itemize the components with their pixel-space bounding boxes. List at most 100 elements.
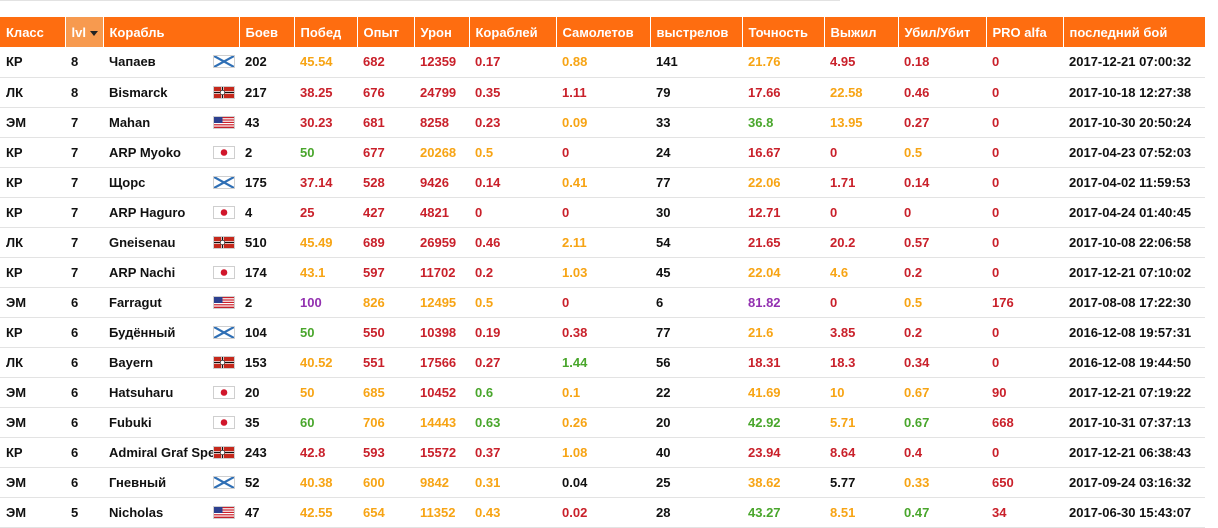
class-cell: ЭМ bbox=[0, 407, 65, 438]
kill-death-cell: 0.47 bbox=[898, 497, 986, 528]
survived-cell: 8.64 bbox=[824, 437, 898, 468]
planes-killed-cell: 0.1 bbox=[556, 377, 650, 408]
ship-name[interactable]: Будённый bbox=[109, 325, 175, 340]
accuracy-cell: 17.66 bbox=[742, 77, 824, 108]
table-row[interactable]: КР 8 Чапаев 202 45.54 682 12359 0.17 0.88 141 21.7… bbox=[0, 47, 1205, 78]
ship-stats-table: Класс lvl Корабль Боев Побед Опыт Урон Кораблей… bbox=[0, 17, 1206, 528]
last-battle-cell: 2017-06-30 15:43:07 bbox=[1063, 497, 1205, 528]
ship-name[interactable]: Bismarck bbox=[109, 85, 168, 100]
ships-killed-cell: 0.63 bbox=[469, 407, 556, 438]
header-damage[interactable]: Урон bbox=[414, 17, 470, 47]
survived-cell: 18.3 bbox=[824, 347, 898, 378]
battles-cell: 4 bbox=[239, 197, 294, 228]
ship-name[interactable]: ARP Haguro bbox=[109, 205, 185, 220]
wins-cell: 45.49 bbox=[294, 227, 357, 258]
header-ship[interactable]: Корабль bbox=[103, 17, 240, 47]
table-row[interactable]: КР 7 ARP Haguro 4 25 427 4821 0 0 30 12.71 0 0 0 2017-… bbox=[0, 197, 1205, 228]
ussr-flag-icon bbox=[213, 475, 235, 489]
damage-cell: 26959 bbox=[414, 227, 469, 258]
ship-name[interactable]: Admiral Graf Spee bbox=[109, 445, 213, 460]
ship-name[interactable]: Чапаев bbox=[109, 54, 156, 69]
header-pro-alfa[interactable]: PRO alfa bbox=[986, 17, 1064, 47]
wins-cell: 37.14 bbox=[294, 167, 357, 198]
table-row[interactable]: ЭМ 6 Гневный 52 40.38 600 9842 0.31 0.04 25 38.62 5… bbox=[0, 467, 1205, 498]
header-label: Урон bbox=[420, 24, 452, 40]
shots-cell: 77 bbox=[650, 167, 742, 198]
table-row[interactable]: КР 7 Щорс 175 37.14 528 9426 0.14 0.41 77 22.06 1.7… bbox=[0, 167, 1205, 198]
header-accuracy[interactable]: Точность bbox=[742, 17, 825, 47]
battles-cell: 52 bbox=[239, 467, 294, 498]
accuracy-cell: 36.8 bbox=[742, 107, 824, 138]
ship-name[interactable]: Bayern bbox=[109, 355, 153, 370]
header-planes-killed[interactable]: Самолетов bbox=[556, 17, 651, 47]
level-cell: 5 bbox=[65, 497, 103, 528]
wins-cell: 30.23 bbox=[294, 107, 357, 138]
table-row[interactable]: ЛК 6 Bayern 153 40.52 551 17566 0.27 1.44 56 18.31… bbox=[0, 347, 1205, 378]
ship-name[interactable]: ARP Nachi bbox=[109, 265, 175, 280]
header-survived[interactable]: Выжил bbox=[824, 17, 899, 47]
survived-cell: 22.58 bbox=[824, 77, 898, 108]
damage-cell: 12495 bbox=[414, 287, 469, 318]
table-row[interactable]: КР 7 ARP Myoko 2 50 677 20268 0.5 0 24 16.67 0 0.5 0 2… bbox=[0, 137, 1205, 168]
xp-cell: 593 bbox=[357, 437, 414, 468]
table-row[interactable]: КР 6 Будённый 104 50 550 10398 0.19 0.38 77 21.6 3.… bbox=[0, 317, 1205, 348]
table-row[interactable]: ЭМ 5 Nicholas 47 42.55 654 11352 0.43 0.02 28 43.2… bbox=[0, 497, 1205, 528]
shots-cell: 54 bbox=[650, 227, 742, 258]
last-battle-cell: 2017-10-30 20:50:24 bbox=[1063, 107, 1205, 138]
battles-cell: 174 bbox=[239, 257, 294, 288]
class-cell: ЭМ bbox=[0, 377, 65, 408]
class-cell: КР bbox=[0, 317, 65, 348]
header-last-battle[interactable]: последний бой bbox=[1063, 17, 1206, 47]
ship-name[interactable]: Щорс bbox=[109, 175, 145, 190]
ship-cell: Admiral Graf Spee bbox=[103, 437, 239, 468]
table-row[interactable]: КР 6 Admiral Graf Spee 243 42.8 593 15572 0.37 1… bbox=[0, 437, 1205, 468]
level-cell: 7 bbox=[65, 227, 103, 258]
battles-cell: 20 bbox=[239, 377, 294, 408]
pro-alfa-cell: 668 bbox=[986, 407, 1063, 438]
ships-killed-cell: 0.17 bbox=[469, 47, 556, 78]
last-battle-cell: 2016-12-08 19:44:50 bbox=[1063, 347, 1205, 378]
table-row[interactable]: КР 7 ARP Nachi 174 43.1 597 11702 0.2 1.03 45 22.0… bbox=[0, 257, 1205, 288]
level-cell: 7 bbox=[65, 137, 103, 168]
ships-killed-cell: 0.37 bbox=[469, 437, 556, 468]
header-kill-death[interactable]: Убил/Убит bbox=[898, 17, 987, 47]
header-wins[interactable]: Побед bbox=[294, 17, 358, 47]
planes-killed-cell: 2.11 bbox=[556, 227, 650, 258]
xp-cell: 689 bbox=[357, 227, 414, 258]
header-xp[interactable]: Опыт bbox=[357, 17, 415, 47]
header-label: lvl bbox=[71, 24, 86, 40]
ship-name[interactable]: Farragut bbox=[109, 295, 162, 310]
ship-name[interactable]: Hatsuharu bbox=[109, 385, 173, 400]
header-battles[interactable]: Боев bbox=[239, 17, 295, 47]
header-label: Кораблей bbox=[475, 24, 538, 40]
ship-name[interactable]: Mahan bbox=[109, 115, 150, 130]
survived-cell: 4.6 bbox=[824, 257, 898, 288]
table-row[interactable]: ЭМ 6 Hatsuharu 20 50 685 10452 0.6 0.1 22 41.69 10 0… bbox=[0, 377, 1205, 408]
table-row[interactable]: ЭМ 6 Farragut 2 100 826 12495 0.5 0 6 81.82 0 0.5 176… bbox=[0, 287, 1205, 318]
table-row[interactable]: ЛК 8 Bismarck 217 38.25 676 24799 0.35 1.11 79 17.… bbox=[0, 77, 1205, 108]
ship-name[interactable]: Fubuki bbox=[109, 415, 152, 430]
header-lvl[interactable]: lvl bbox=[65, 17, 104, 47]
table-row[interactable]: ЭМ 6 Fubuki 35 60 706 14443 0.63 0.26 20 42.92 5.71… bbox=[0, 407, 1205, 438]
header-ships-killed[interactable]: Кораблей bbox=[469, 17, 557, 47]
header-class[interactable]: Класс bbox=[0, 17, 66, 47]
ship-name[interactable]: Гневный bbox=[109, 475, 166, 490]
last-battle-cell: 2017-04-02 11:59:53 bbox=[1063, 167, 1205, 198]
table-row[interactable]: ЛК 7 Gneisenau 510 45.49 689 26959 0.46 2.11 54 21… bbox=[0, 227, 1205, 258]
sort-desc-icon bbox=[89, 30, 98, 36]
usa-flag-icon bbox=[213, 115, 235, 129]
ship-name[interactable]: ARP Myoko bbox=[109, 145, 181, 160]
ship-name[interactable]: Gneisenau bbox=[109, 235, 175, 250]
header-shots[interactable]: выстрелов bbox=[650, 17, 743, 47]
kill-death-cell: 0.18 bbox=[898, 47, 986, 78]
planes-killed-cell: 1.08 bbox=[556, 437, 650, 468]
shots-cell: 40 bbox=[650, 437, 742, 468]
table-row[interactable]: ЭМ 7 Mahan 43 30.23 681 8258 0.23 0.09 33 36.8 13.9… bbox=[0, 107, 1205, 138]
class-cell: ЭМ bbox=[0, 467, 65, 498]
planes-killed-cell: 1.03 bbox=[556, 257, 650, 288]
pro-alfa-cell: 650 bbox=[986, 467, 1063, 498]
table-body: КР 8 Чапаев 202 45.54 682 12359 0.17 0.88 141 21.7… bbox=[0, 47, 1205, 528]
ship-name[interactable]: Nicholas bbox=[109, 505, 163, 520]
header-label: Выжил bbox=[830, 24, 877, 40]
xp-cell: 600 bbox=[357, 467, 414, 498]
